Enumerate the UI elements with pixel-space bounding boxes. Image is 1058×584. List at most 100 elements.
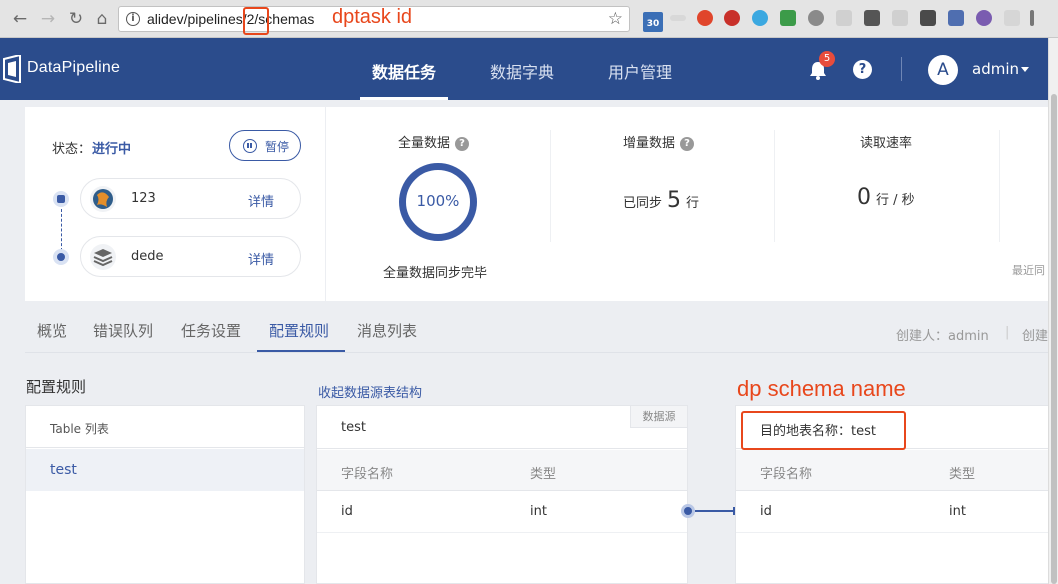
source-field-name: id [341,504,353,519]
question-icon[interactable]: ? [680,137,695,151]
metric-divider [999,130,1000,242]
target-name: dede [131,249,164,264]
tab-task-settings[interactable]: 任务设置 [181,320,241,341]
evernote-icon[interactable] [920,10,936,26]
extension-icon[interactable] [780,10,796,26]
extension-icon[interactable] [864,10,880,26]
extension-icon[interactable] [752,10,768,26]
target-col-field-name: 字段名称 [760,467,813,482]
notification-badge: 5 [819,51,835,67]
question-icon[interactable]: ? [455,137,470,151]
pause-button[interactable]: 暂停 [229,130,301,161]
nav-data-dictionary[interactable]: 数据字典 [490,59,554,83]
chevron-down-icon[interactable] [1021,67,1029,72]
target-pill: dede 详情 [80,236,301,277]
tab-overview[interactable]: 概览 [37,320,67,341]
table-list-header: Table 列表 [26,406,304,448]
incremental-unit: 行 [686,196,700,211]
help-icon[interactable]: ? [853,60,872,79]
annotation-box-schema-name [741,411,906,450]
target-column-header: 字段名称 类型 [736,450,1048,491]
read-rate-title: 读取速率 [860,136,913,151]
field-mapping-handle[interactable] [681,504,695,518]
extension-icon[interactable] [948,10,964,26]
read-rate-value: 0 [857,185,871,210]
extension-icon[interactable] [808,10,824,26]
nav-active-indicator [360,97,448,100]
metric-divider [550,130,551,242]
status-label: 状态： [52,142,92,157]
incremental-title: 增量数据? [623,132,695,151]
extension-icon[interactable] [670,15,686,21]
list-item[interactable]: test [26,449,304,491]
read-rate-unit: 行 / 秒 [876,193,915,208]
extension-icon[interactable] [892,10,908,26]
pipeline-connector-line [61,209,62,251]
target-pin-icon [53,249,69,265]
annotation-task-id: dptask id [332,6,413,28]
nav-data-tasks[interactable]: 数据任务 [372,59,436,83]
full-data-caption: 全量数据同步完毕 [383,266,488,281]
annotation-box-task-id [243,7,269,35]
created-label: 创建 [1022,329,1049,344]
stack-layers-icon [90,244,116,270]
creator-separator: | [1005,325,1010,340]
extension-icon[interactable] [836,10,852,26]
creator-label: 创建人：admin [896,329,989,344]
adblock-icon[interactable] [724,10,740,26]
table-list-item-name: test [50,462,77,478]
read-rate: 0 行 / 秒 [857,185,915,210]
tab-baseline [25,352,1048,353]
scrollbar[interactable] [1048,38,1058,584]
extension-icon[interactable] [1004,10,1020,26]
user-name[interactable]: admin [972,60,1019,78]
tab-config-rules[interactable]: 配置规则 [269,320,329,341]
table-row[interactable]: id int [736,492,1048,533]
tab-active-indicator [257,350,345,352]
target-col-type: 类型 [949,467,976,482]
back-arrow-icon[interactable]: ← [10,9,30,29]
source-table-header: test 数据源 [317,406,687,449]
nav-user-management[interactable]: 用户管理 [608,59,672,83]
table-list-panel: Table 列表 test [25,405,305,584]
table-row[interactable]: id int [317,492,687,533]
tab-error-queue[interactable]: 错误队列 [93,320,153,341]
full-progress-percent: 100% [416,192,460,210]
home-icon[interactable]: ⌂ [92,9,112,29]
menu-icon[interactable] [1030,10,1034,26]
extension-icon[interactable] [976,10,992,26]
incremental-prefix: 已同步 [623,196,663,211]
source-schema-panel: test 数据源 字段名称 类型 id int [316,405,688,584]
collapse-source-schema-link[interactable]: 收起数据源表结构 [318,382,422,401]
calendar-extension-icon[interactable]: 30 [643,12,663,32]
recent-sync-text: 最近同 [1012,264,1045,277]
source-column-header: 字段名称 类型 [317,450,687,491]
status-value: 进行中 [92,142,132,157]
field-mapping-line [695,510,735,512]
target-detail-link[interactable]: 详情 [248,249,274,268]
tab-message-list[interactable]: 消息列表 [357,320,417,341]
incremental-title-text: 增量数据 [623,136,676,151]
datapipeline-logo-icon [3,55,21,83]
reload-icon[interactable]: ↻ [66,9,86,29]
incremental-value: 5 [667,188,682,213]
table-list-header-text: Table 列表 [50,422,109,436]
app-header: DataPipeline 数据任务 数据字典 用户管理 5 ? A admin [0,38,1048,100]
source-field-type: int [530,504,547,519]
target-field-type: int [949,504,966,519]
scrollbar-thumb[interactable] [1051,94,1057,584]
opera-extension-icon[interactable] [697,10,713,26]
logo-text: DataPipeline [27,59,121,76]
avatar[interactable]: A [928,55,958,85]
source-detail-link[interactable]: 详情 [248,191,274,210]
full-progress-ring: 100% [399,163,477,241]
bookmark-star-icon[interactable]: ☆ [608,9,623,29]
full-data-title-text: 全量数据 [398,136,451,151]
url-text[interactable]: alidev/pipelines/2/schemas [147,11,314,27]
forward-arrow-icon[interactable]: → [38,9,58,29]
data-source-tag: 数据源 [630,406,687,428]
browser-toolbar: ← → ↻ ⌂ i alidev/pipelines/2/schemas ☆ 3… [0,0,1058,38]
header-divider [901,57,902,81]
config-rules-title: 配置规则 [26,378,87,396]
info-icon[interactable]: i [126,12,140,26]
